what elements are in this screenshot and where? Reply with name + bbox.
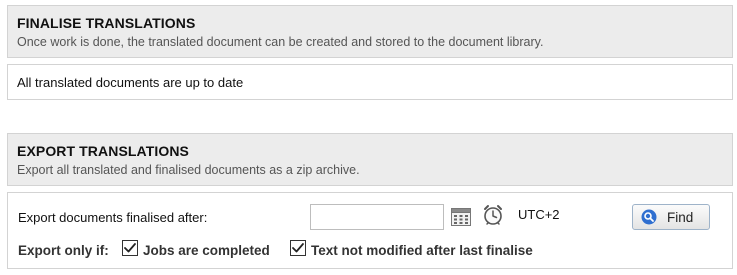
finalise-section-body: All translated documents are up to date	[7, 64, 733, 100]
jobs-completed-checkbox[interactable]	[122, 240, 138, 256]
finalise-status-text: All translated documents are up to date	[17, 75, 244, 90]
translation-panel: FINALISE TRANSLATIONS Once work is done,…	[0, 0, 737, 275]
export-section-header: EXPORT TRANSLATIONS Export all translate…	[7, 133, 733, 186]
text-not-modified-label[interactable]: Text not modified after last finalise	[311, 243, 533, 258]
finalise-section-header: FINALISE TRANSLATIONS Once work is done,…	[7, 5, 733, 58]
export-only-if-label: Export only if:	[18, 243, 109, 258]
find-button-label: Find	[667, 210, 694, 225]
search-icon	[641, 209, 657, 225]
calendar-icon[interactable]	[451, 208, 471, 226]
text-not-modified-checkbox[interactable]	[290, 240, 306, 256]
clock-icon[interactable]	[482, 204, 504, 226]
jobs-completed-label[interactable]: Jobs are completed	[143, 243, 270, 258]
finalised-after-label: Export documents finalised after:	[18, 210, 208, 225]
export-title: EXPORT TRANSLATIONS	[17, 143, 189, 159]
find-button[interactable]: Find	[632, 204, 710, 230]
finalise-description: Once work is done, the translated docume…	[17, 35, 544, 49]
finalised-after-date-input[interactable]	[310, 204, 444, 230]
export-description: Export all translated and finalised docu…	[17, 163, 360, 177]
timezone-label: UTC+2	[518, 207, 560, 222]
export-section-body: Export documents finalised after: UTC+2	[7, 192, 733, 269]
finalise-title: FINALISE TRANSLATIONS	[17, 15, 196, 31]
